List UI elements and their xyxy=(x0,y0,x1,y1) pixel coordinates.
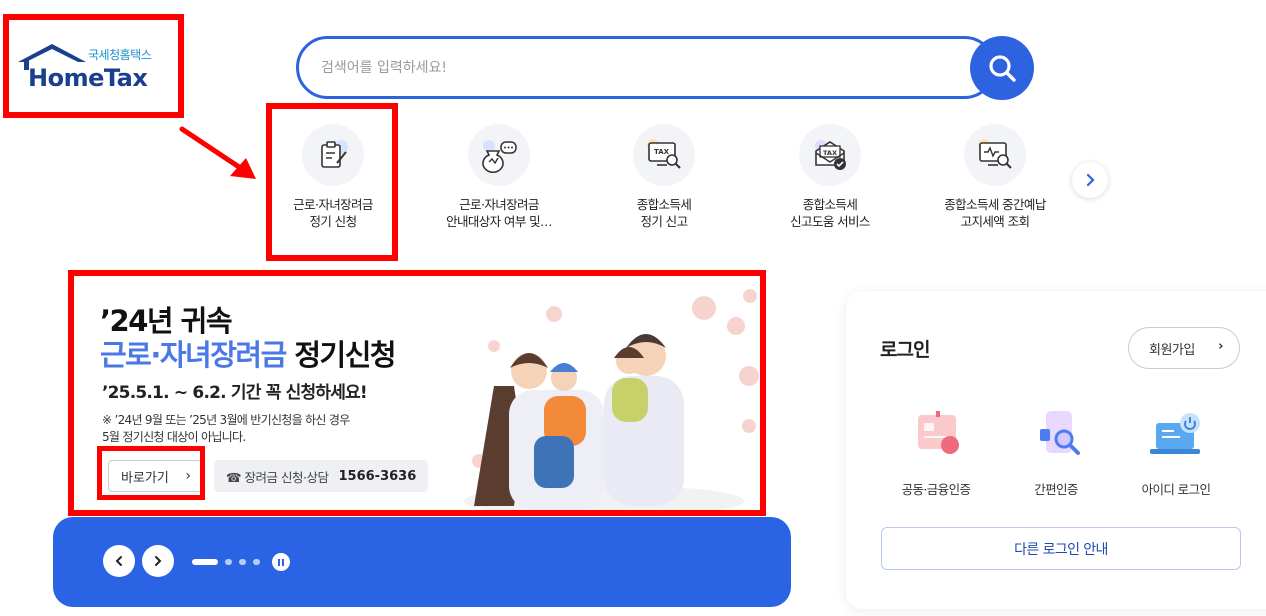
carousel-next-button[interactable] xyxy=(142,545,174,577)
annotation-arrow xyxy=(179,126,256,179)
carousel-prev-button[interactable] xyxy=(103,545,135,577)
quick-menu-item-credit-eligibility[interactable]: 근로·자녀장려금 안내대상자 여부 및… xyxy=(424,124,574,230)
tax-envelope-check-icon: TAX xyxy=(799,124,861,186)
banner-title-rest: 정기신청 xyxy=(285,338,396,372)
quick-menu-item-filing-help-service[interactable]: TAX 종합소득세 신고도움 서비스 xyxy=(755,124,905,230)
chevron-right-icon xyxy=(1086,173,1095,187)
carousel-controls xyxy=(53,517,791,607)
quick-menu-label: 근로·자녀장려금 안내대상자 여부 및… xyxy=(446,197,552,229)
quick-menu-item-earned-income-credit[interactable]: 근로·자녀장려금 정기 신청 xyxy=(258,124,408,230)
banner-phone-info: ☎ 장려금 신청·상담 1566-3636 xyxy=(214,460,428,492)
quick-menu-label: 종합소득세 중간예납 고지세액 조회 xyxy=(944,197,1046,229)
search-icon xyxy=(989,55,1016,82)
money-chat-icon xyxy=(468,124,530,186)
login-option-simple-auth[interactable]: 간편인증 xyxy=(996,409,1116,498)
quick-menu-next-button[interactable] xyxy=(1072,162,1108,198)
banner-phone-number: 1566-3636 xyxy=(338,468,417,484)
quick-menu-label: 종합소득세 신고도움 서비스 xyxy=(790,197,870,229)
carousel-dot[interactable] xyxy=(225,559,232,565)
search-button[interactable] xyxy=(970,36,1034,100)
carousel-dot-active[interactable] xyxy=(192,559,218,565)
annotation-box-go-button xyxy=(97,446,205,500)
chevron-right-icon xyxy=(155,556,162,566)
join-label: 회원가입 xyxy=(1149,342,1195,358)
tax-monitor-search-icon: TAX xyxy=(633,124,695,186)
pause-icon-bar xyxy=(282,558,284,566)
login-option-id[interactable]: 아이디 로그인 xyxy=(1116,409,1236,498)
login-option-label: 공동·금융인증 xyxy=(901,482,971,497)
quick-menu-item-interim-tax-lookup[interactable]: 종합소득세 중간예납 고지세액 조회 xyxy=(920,124,1070,230)
search-bar xyxy=(296,36,996,99)
login-option-label: 간편인증 xyxy=(1034,482,1078,497)
other-login-guide-button[interactable]: 다른 로그인 안내 xyxy=(881,527,1241,570)
carousel-dot[interactable] xyxy=(239,559,246,565)
hometax-logo[interactable]: 국세청홈택스 HomeTax xyxy=(14,40,164,96)
carousel-pause-button[interactable] xyxy=(272,553,290,571)
banner-title-highlight: 근로·자녀장려금 xyxy=(100,338,287,372)
id-login-laptop-icon xyxy=(1150,413,1200,454)
svg-text:TAX: TAX xyxy=(654,148,670,156)
banner-phone-label: ☎ 장려금 신청·상담 xyxy=(226,469,329,485)
quick-menu-label: 근로·자녀장려금 정기 신청 xyxy=(293,197,373,229)
certificate-card-icon xyxy=(918,411,959,454)
quick-menu-item-income-tax-filing[interactable]: TAX 종합소득세 정기 신고 xyxy=(589,124,739,230)
carousel-dot[interactable] xyxy=(253,559,260,565)
pause-icon-bar xyxy=(278,558,280,566)
login-panel: 로그인 회원가입 › 공동·금융인증 간편인증 아이디 로그인 다른 로그인 안… xyxy=(846,291,1266,609)
join-button[interactable]: 회원가입 › xyxy=(1128,327,1240,369)
clipboard-edit-icon xyxy=(302,124,364,186)
login-title: 로그인 xyxy=(880,339,930,361)
monitor-search-icon xyxy=(964,124,1026,186)
svg-text:TAX: TAX xyxy=(823,149,837,157)
search-input[interactable] xyxy=(321,56,921,80)
chevron-right-icon: › xyxy=(1218,339,1223,354)
logo-english-text: HomeTax xyxy=(28,64,148,92)
chevron-left-icon xyxy=(115,556,122,566)
banner-note: ※ ’24년 9월 또는 ’25년 3월에 반기신청을 하신 경우 5월 정기신… xyxy=(102,413,350,444)
login-option-label: 아이디 로그인 xyxy=(1141,482,1211,497)
logo-korean-text: 국세청홈택스 xyxy=(88,48,152,62)
family-illustration xyxy=(464,289,759,510)
quick-menu-label: 종합소득세 정기 신고 xyxy=(636,197,692,229)
banner-title: 근로·자녀장려금 정기신청 xyxy=(100,332,397,374)
login-option-certificate[interactable]: 공동·금융인증 xyxy=(876,409,996,498)
mobile-auth-icon xyxy=(1040,411,1080,455)
banner-period: ’25.5.1. ~ 6.2. 기간 꼭 신청하세요! xyxy=(102,383,368,403)
